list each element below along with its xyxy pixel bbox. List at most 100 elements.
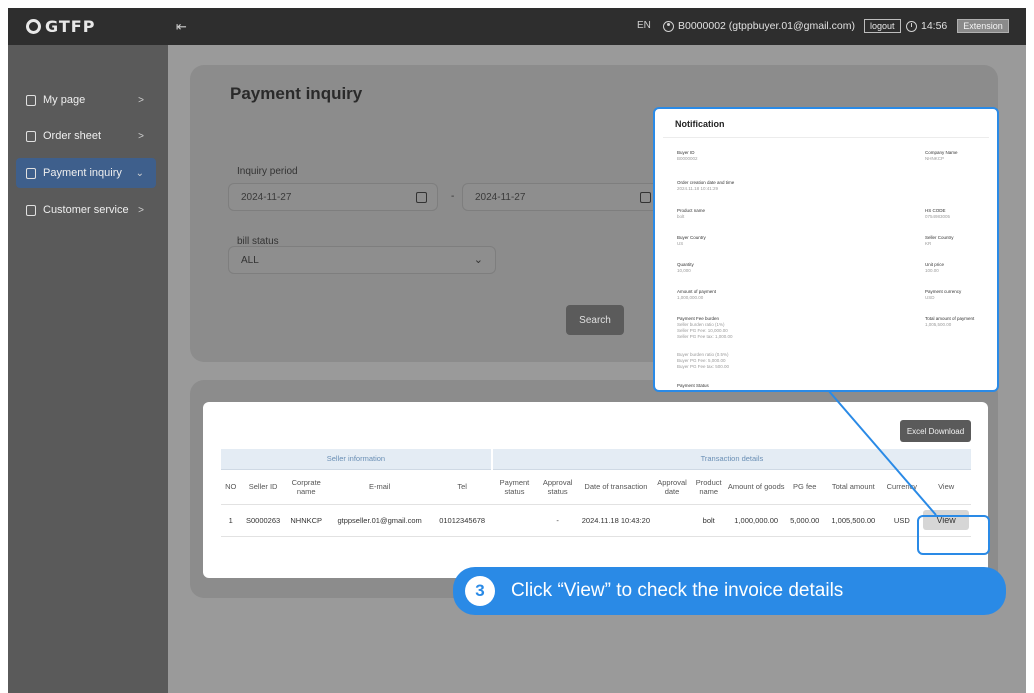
field-value: 10,000 bbox=[677, 268, 691, 273]
field-label: Payment Fee burden bbox=[677, 316, 720, 321]
table-cell: 1,000,000.00 bbox=[727, 503, 786, 537]
chevron-down-icon: ⌄ bbox=[473, 254, 483, 266]
transactions-table: Seller information Transaction details N… bbox=[221, 449, 971, 537]
page-title: Payment inquiry bbox=[230, 84, 363, 103]
field-total: Total amount of payment 1,005,500.00 bbox=[925, 316, 974, 328]
field-value: KR bbox=[925, 241, 932, 246]
menu-collapse-icon[interactable]: ⇤ bbox=[176, 19, 187, 35]
search-button[interactable]: Search bbox=[566, 305, 624, 335]
field-unit-price: Unit price 100.00 bbox=[925, 262, 944, 274]
session-time: 14:56 bbox=[921, 20, 948, 32]
field-value: B0000002 bbox=[677, 156, 698, 161]
field-value: Buyer PG Fee tax: 500.00 bbox=[677, 364, 730, 369]
field-label: Quantity bbox=[677, 262, 694, 267]
field-buyer-country: Buyer Country US bbox=[677, 235, 706, 247]
field-value: 1,000,000.00 bbox=[677, 295, 704, 300]
logo-mark-icon bbox=[26, 18, 41, 34]
table-cell: NHNKCP bbox=[285, 503, 327, 537]
view-highlight-box bbox=[917, 515, 990, 555]
logo-text: GTFP bbox=[45, 16, 96, 36]
field-label: Unit price bbox=[925, 262, 945, 267]
table-cell: - bbox=[537, 503, 579, 537]
table-cell: 5,000.00 bbox=[785, 503, 825, 537]
table-row: 1 S0000263 NHNKCP gtppseller.01@gmail.co… bbox=[221, 503, 971, 537]
column-header: View bbox=[938, 482, 955, 491]
sidebar-item-customer-service[interactable]: Customer service > bbox=[16, 195, 156, 225]
field-buyer-fee: Buyer burden ratio (0.5%) Buyer PG Fee: … bbox=[677, 352, 729, 370]
column-header: Amount of goods bbox=[727, 482, 785, 491]
divider bbox=[663, 137, 989, 138]
document-icon bbox=[26, 130, 36, 142]
field-company: Company Name NHNKCP bbox=[925, 150, 958, 162]
field-label: Company Name bbox=[925, 150, 958, 155]
column-header: Currency bbox=[886, 482, 918, 491]
table-cell: S0000263 bbox=[240, 503, 286, 537]
chevron-right-icon: > bbox=[138, 94, 144, 106]
field-label: Buyer ID bbox=[677, 150, 695, 155]
user-id: B0000002 (gtppbuyer.01@gmail.com) bbox=[678, 20, 856, 32]
field-label: HS CODE bbox=[925, 208, 946, 213]
sidebar-item-payment-inquiry[interactable]: Payment inquiry ⌄ bbox=[16, 158, 156, 188]
sidebar-item-label: Payment inquiry bbox=[43, 167, 122, 179]
field-quantity: Quantity 10,000 bbox=[677, 262, 694, 274]
calendar-icon[interactable] bbox=[416, 192, 427, 203]
date-to-value: 2024-11-27 bbox=[475, 191, 526, 203]
field-value: Seller PG Fee tax: 1,000.00 bbox=[677, 334, 733, 339]
field-value: 1,005,500.00 bbox=[925, 322, 952, 327]
column-header: NO bbox=[225, 482, 237, 491]
calendar-icon[interactable] bbox=[640, 192, 651, 203]
transaction-details-group-header: Transaction details bbox=[490, 449, 971, 470]
results-card: Excel Download Seller information Transa… bbox=[203, 402, 988, 578]
field-value: NHNKCP bbox=[925, 156, 945, 161]
chevron-right-icon: > bbox=[138, 130, 144, 142]
chevron-down-icon: ⌄ bbox=[135, 167, 144, 179]
language-selector[interactable]: EN bbox=[637, 20, 651, 31]
bill-status-select[interactable]: ALL ⌄ bbox=[228, 246, 496, 274]
notification-popup: Notification Buyer ID B0000002 Company Na… bbox=[653, 107, 999, 392]
date-to-input[interactable]: 2024-11-27 bbox=[462, 183, 662, 211]
user-icon bbox=[663, 20, 674, 32]
support-icon bbox=[26, 204, 36, 216]
sidebar-item-my-page[interactable]: My page > bbox=[16, 85, 156, 115]
date-from-input[interactable]: 2024-11-27 bbox=[228, 183, 438, 211]
field-label: Total amount of payment bbox=[925, 316, 975, 321]
table-cell: USD bbox=[882, 503, 922, 537]
column-header: Approval date bbox=[657, 477, 687, 496]
table-cell: gtppseller.01@gmail.com bbox=[326, 503, 433, 537]
logout-button[interactable]: logout bbox=[864, 19, 901, 33]
column-header: Total amount bbox=[831, 482, 875, 491]
field-payment-status: Payment Status bbox=[677, 383, 709, 389]
date-separator: - bbox=[451, 191, 455, 202]
column-header: PG fee bbox=[793, 482, 817, 491]
table-cell: bolt bbox=[690, 503, 728, 537]
field-hs-code: HS CODE 0754983005 bbox=[925, 208, 950, 220]
column-header: Product name bbox=[695, 477, 722, 496]
field-value: USD bbox=[925, 295, 935, 300]
extension-button[interactable]: Extension bbox=[957, 19, 1009, 33]
column-header: Date of transaction bbox=[584, 482, 648, 491]
field-value: 100.00 bbox=[925, 268, 939, 273]
field-label: Amount of payment bbox=[677, 289, 717, 294]
seller-info-group-header: Seller information bbox=[221, 449, 492, 470]
table-cell: 2024.11.18 10:43:20 bbox=[578, 503, 654, 537]
notification-title: Notification bbox=[675, 119, 725, 129]
field-value: 2024.11.18 10:41:29 bbox=[677, 186, 718, 191]
sidebar: My page > Order sheet > Payment inquiry … bbox=[8, 45, 168, 693]
field-value: US bbox=[677, 241, 684, 246]
excel-download-button[interactable]: Excel Download bbox=[900, 420, 971, 442]
column-header: Payment status bbox=[499, 477, 530, 496]
sidebar-item-label: Customer service bbox=[43, 204, 129, 216]
sidebar-item-order-sheet[interactable]: Order sheet > bbox=[16, 121, 156, 151]
session-timer: 14:56 Extension bbox=[906, 19, 1009, 33]
field-label: Buyer Country bbox=[677, 235, 706, 240]
table-cell: 01012345678 bbox=[432, 503, 492, 537]
logo[interactable]: GTFP bbox=[26, 16, 95, 36]
column-header: E-mail bbox=[368, 482, 391, 491]
field-amount: Amount of payment 1,000,000.00 bbox=[677, 289, 716, 301]
user-info: B0000002 (gtppbuyer.01@gmail.com) logout bbox=[663, 19, 901, 33]
step-number-badge: 3 bbox=[465, 576, 495, 606]
callout-text: Click “View” to check the invoice detail… bbox=[511, 580, 844, 601]
table-cell bbox=[491, 503, 538, 537]
table-cell bbox=[653, 503, 691, 537]
field-label: Payment Status bbox=[677, 383, 709, 388]
